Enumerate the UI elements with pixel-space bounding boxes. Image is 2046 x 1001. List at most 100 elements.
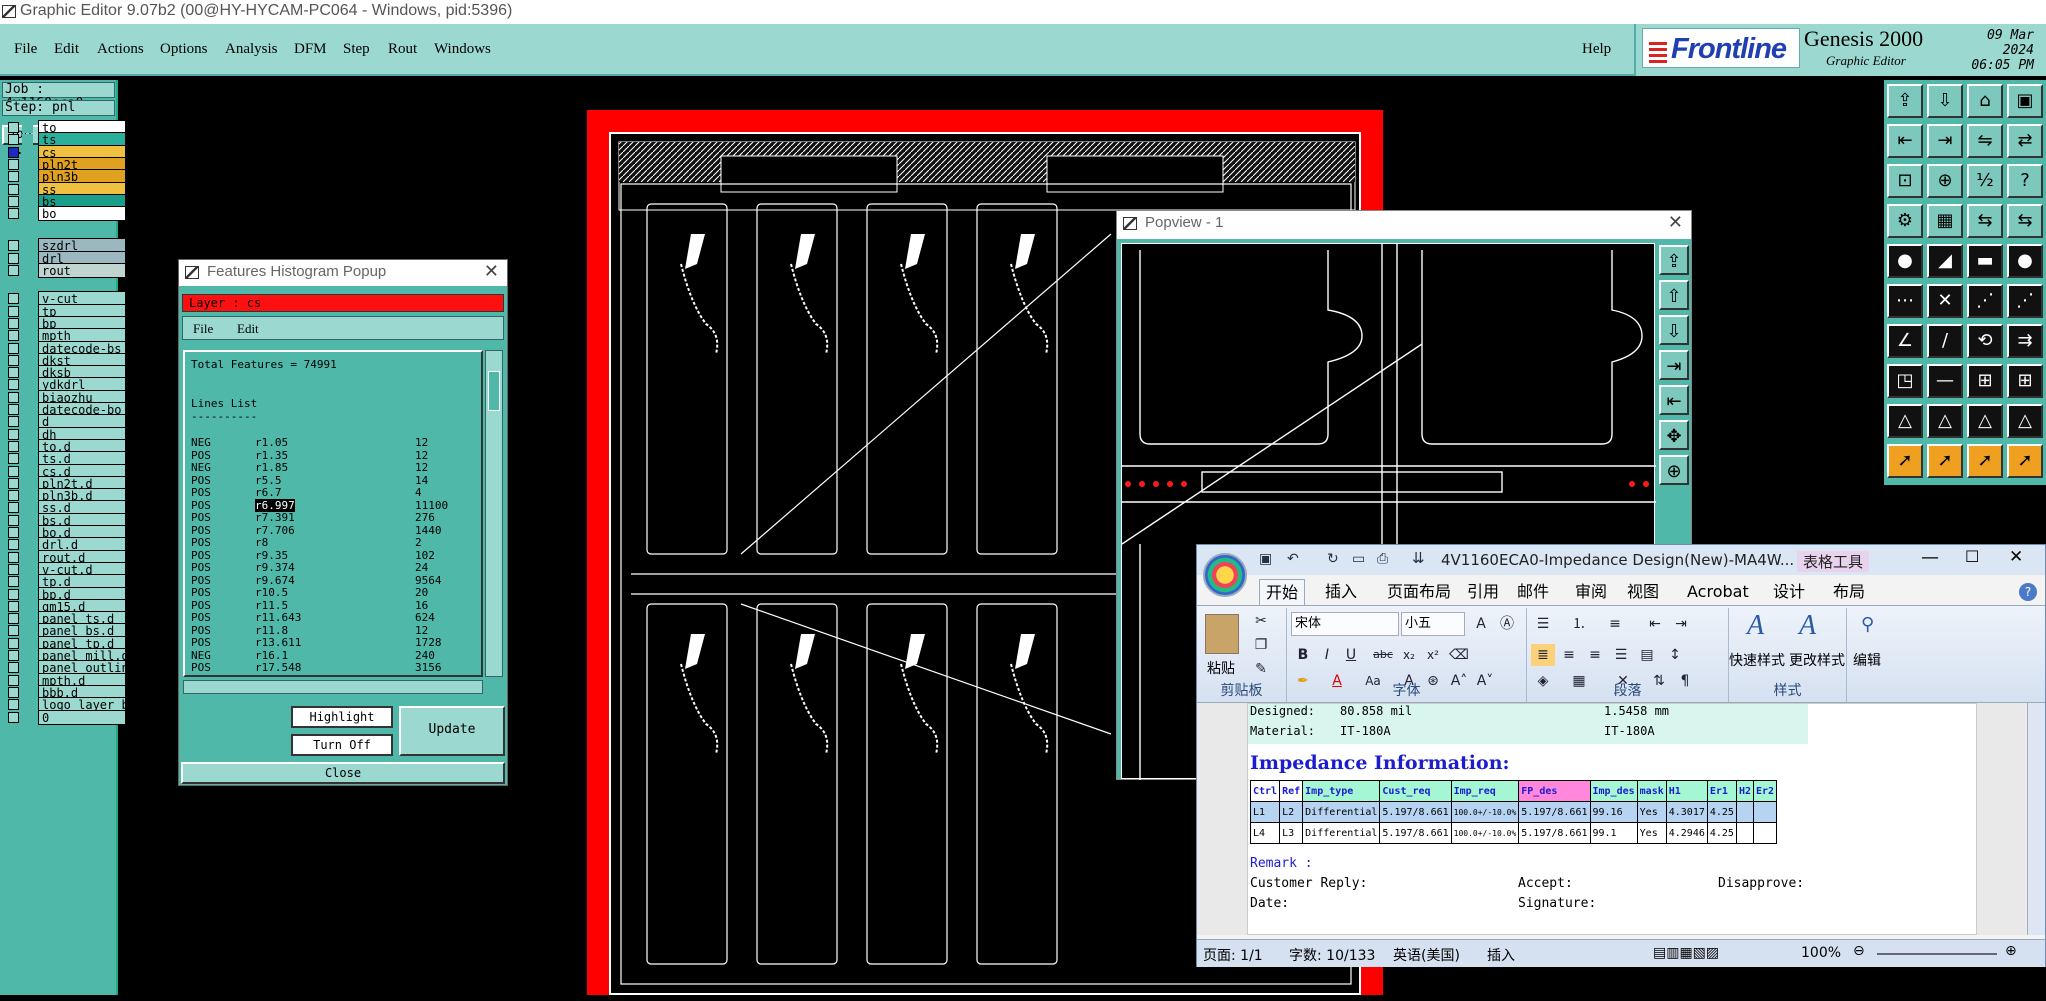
office-button[interactable] <box>1203 553 1247 597</box>
layer-row[interactable]: 0 <box>6 709 126 725</box>
font-name-select[interactable]: 宋体 <box>1291 612 1399 636</box>
table-cell[interactable]: L3 <box>1279 822 1304 844</box>
close-icon[interactable]: ✕ <box>2009 547 2023 567</box>
increase-indent-icon[interactable]: ⇥ <box>1669 613 1693 635</box>
table-cell[interactable]: 100.0+/-10.0% <box>1450 801 1520 823</box>
close-button[interactable]: Close <box>181 762 505 784</box>
popview-tool-2[interactable]: ⇧ <box>1659 280 1689 310</box>
strikethrough-icon[interactable]: abc <box>1371 644 1395 666</box>
change-styles-icon[interactable]: A <box>1799 610 1816 642</box>
customize-icon[interactable]: ⇊ <box>1412 549 1425 567</box>
line-spacing-icon[interactable]: ↕ <box>1663 644 1687 666</box>
histogram-row[interactable]: POS r7.706 1440 <box>191 524 481 537</box>
tri3-icon[interactable]: △ <box>1967 404 2003 438</box>
ribbon-tab[interactable]: 审阅 <box>1575 579 1607 605</box>
ribbon-tab[interactable]: 邮件 <box>1517 579 1549 605</box>
table-cell[interactable] <box>1753 801 1778 823</box>
center-icon[interactable]: ⊕ <box>1927 164 1963 198</box>
histogram-row[interactable]: NEG r16.1 240 <box>191 649 481 662</box>
open-icon[interactable]: ▭ <box>1352 551 1365 567</box>
move-icon[interactable]: ⇉ <box>2007 324 2043 358</box>
popview-tool-4[interactable]: ⇥ <box>1659 350 1689 380</box>
histogram-row[interactable]: NEG r1.05 12 <box>191 436 481 449</box>
table-cell[interactable]: Yes <box>1636 822 1667 844</box>
menu-rout[interactable]: Rout <box>388 41 417 58</box>
histogram-row[interactable]: POS r1.35 12 <box>191 449 481 462</box>
home-icon[interactable]: ⌂ <box>1967 84 2003 118</box>
clear-format-icon[interactable]: Ⓐ <box>1495 613 1519 635</box>
menu-windows[interactable]: Windows <box>434 41 491 58</box>
bullets-icon[interactable]: ☰ <box>1531 613 1555 635</box>
turn-off-button[interactable]: Turn Off <box>291 734 393 756</box>
cut-icon[interactable]: ✂ <box>1249 610 1273 632</box>
ribbon-tab[interactable]: 设计 <box>1773 579 1805 605</box>
histogram-menu-edit[interactable]: Edit <box>237 321 259 337</box>
mirror-icon[interactable]: ⇄ <box>2007 124 2043 158</box>
layer-checkbox[interactable] <box>8 265 19 276</box>
document-page[interactable]: Designed: 80.858 mil 1.5458 mm Material:… <box>1247 703 1977 935</box>
table-cell[interactable]: L1 <box>1249 801 1281 823</box>
dash-icon[interactable]: — <box>1927 364 1963 398</box>
slash-icon[interactable]: / <box>1927 324 1963 358</box>
table-cell[interactable]: Yes <box>1636 801 1667 823</box>
table-cell[interactable]: 100.0+/-10.0% <box>1450 822 1520 844</box>
tri4-icon[interactable]: △ <box>2007 404 2043 438</box>
histogram-row[interactable]: POS r11.8 12 <box>191 624 481 637</box>
numbering-icon[interactable]: ⒈ <box>1567 613 1591 635</box>
table-cell[interactable] <box>1735 801 1755 823</box>
histogram-row[interactable]: POS r10.5 20 <box>191 586 481 599</box>
pointer4-icon[interactable]: ➚ <box>2007 444 2043 478</box>
histogram-row[interactable]: POS r6.997 11100 <box>191 498 481 512</box>
histogram-row[interactable]: POS r11.643 624 <box>191 611 481 624</box>
table-cell[interactable]: 5.197/8.661 <box>1379 822 1452 844</box>
popview-tool-6[interactable]: ✥ <box>1659 420 1689 450</box>
draw-icon[interactable]: ◢ <box>1927 244 1963 278</box>
rotate-icon[interactable]: ⟲ <box>1967 324 2003 358</box>
histogram-row[interactable]: POS r6.7 4 <box>191 486 481 499</box>
save-icon[interactable]: ▣ <box>1259 551 1272 567</box>
dot-icon[interactable]: ● <box>2007 244 2043 278</box>
layer-checkbox[interactable] <box>8 208 19 220</box>
histogram-row[interactable]: POS r9.674 9564 <box>191 574 481 587</box>
minimize-icon[interactable]: — <box>1921 547 1939 568</box>
histogram-row[interactable]: POS r7.391 276 <box>191 511 481 524</box>
histogram-list[interactable]: Total Features = 74991 Lines List ------… <box>183 350 483 677</box>
layer-name[interactable]: rout <box>38 263 126 278</box>
grow-font-icon[interactable]: A <box>1469 613 1493 635</box>
close-icon[interactable]: ✕ <box>1668 212 1683 233</box>
change-case-icon[interactable]: ⌫ <box>1447 644 1471 666</box>
italic-icon[interactable]: I <box>1315 644 1339 666</box>
edit-label[interactable]: 编辑 <box>1853 650 1881 670</box>
ribbon-tab[interactable]: 插入 <box>1325 579 1357 605</box>
ribbon-tab[interactable]: 布局 <box>1833 579 1865 605</box>
arc2-icon[interactable]: ⋰ <box>2007 284 2043 318</box>
fit-icon[interactable]: ▣ <box>2007 84 2043 118</box>
distribute-icon[interactable]: ▤ <box>1635 644 1659 666</box>
histogram-scrollbar[interactable] <box>485 350 503 677</box>
multilevel-list-icon[interactable]: ≡ <box>1603 613 1627 635</box>
table-cell[interactable]: L4 <box>1249 822 1281 844</box>
box-icon[interactable]: ◳ <box>1887 364 1923 398</box>
align-left-icon[interactable]: ≣ <box>1531 644 1555 666</box>
popview-tool-7[interactable]: ⊕ <box>1659 455 1689 485</box>
histogram-row[interactable]: POS r17.548 3156 <box>191 661 481 674</box>
menu-actions[interactable]: Actions <box>97 41 144 58</box>
table-cell[interactable]: 99.1 <box>1589 822 1638 844</box>
pointer3-icon[interactable]: ➚ <box>1967 444 2003 478</box>
layer-name[interactable]: 0 <box>38 709 126 725</box>
menu-dfm[interactable]: DFM <box>294 41 327 58</box>
menu-options[interactable]: Options <box>160 41 208 58</box>
redo-icon[interactable]: ↻ <box>1327 551 1339 567</box>
ribbon-tab[interactable]: Acrobat <box>1687 579 1749 605</box>
view-modes-icon[interactable]: ▤▥▦▧▨ <box>1653 945 1719 961</box>
node-icon[interactable]: ⋯ <box>1887 284 1923 318</box>
select-icon[interactable]: ● <box>1887 244 1923 278</box>
table-cell[interactable]: Differential <box>1302 801 1381 823</box>
histogram-row[interactable]: POS r11.5 16 <box>191 599 481 612</box>
histogram-row[interactable]: POS r13.611 1728 <box>191 636 481 649</box>
snap2-icon[interactable]: ⇆ <box>2007 204 2043 238</box>
popview-tool-3[interactable]: ⇩ <box>1659 315 1689 345</box>
menu-analysis[interactable]: Analysis <box>225 41 278 58</box>
menu-step[interactable]: Step <box>343 41 370 58</box>
table-cell[interactable] <box>1753 822 1778 844</box>
